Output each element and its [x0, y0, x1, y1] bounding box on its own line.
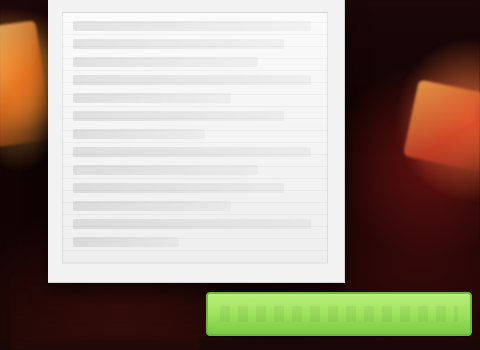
dialog-content-area: [62, 12, 328, 264]
dialog-text-line: [73, 147, 311, 157]
dialog-text-line: [73, 129, 205, 139]
primary-action-button[interactable]: [206, 292, 472, 336]
dialog-text-line: [73, 201, 232, 211]
dialog-text-line: [73, 75, 311, 85]
dialog-text-line: [73, 21, 311, 31]
dialog-text-line: [73, 93, 232, 103]
dialog-text-line: [73, 39, 285, 49]
dialog-text-line: [73, 57, 258, 67]
dialog-panel: [48, 0, 345, 283]
dialog-text-line: [73, 111, 285, 121]
dialog-text-line: [73, 165, 258, 175]
dialog-text-line: [73, 219, 311, 229]
dialog-text-line: [73, 237, 179, 247]
dialog-text-line: [73, 183, 285, 193]
primary-action-button-label-obscured: [220, 306, 458, 322]
